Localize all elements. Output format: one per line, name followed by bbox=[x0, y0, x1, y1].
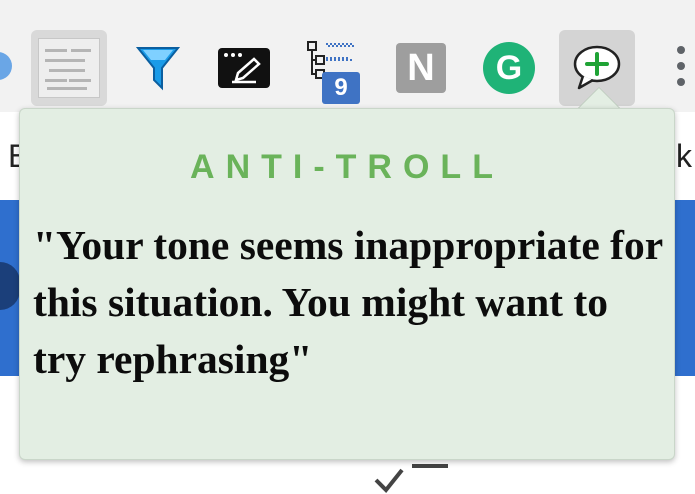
pencil-note-icon[interactable] bbox=[206, 30, 282, 106]
n-letter-icon[interactable]: N bbox=[383, 30, 459, 106]
background-text-right: k bbox=[676, 138, 692, 174]
screenshot-stage: 9 N G B k ANT bbox=[0, 0, 695, 494]
popup-title: ANTI-TROLL bbox=[190, 148, 504, 186]
filter-funnel-icon[interactable] bbox=[120, 30, 196, 106]
tree-structure-icon[interactable]: 9 bbox=[294, 30, 370, 106]
grammarly-g-label: G bbox=[483, 42, 535, 94]
tree-badge: 9 bbox=[322, 72, 360, 104]
n-letter-label: N bbox=[396, 43, 446, 93]
checklist-icon bbox=[372, 456, 452, 494]
partial-circle-icon[interactable] bbox=[0, 52, 12, 80]
popup-pointer-arrow bbox=[577, 88, 621, 110]
anti-troll-popup: ANTI-TROLL "Your tone seems inappropriat… bbox=[19, 108, 675, 460]
popup-message: "Your tone seems inappropriate for this … bbox=[33, 222, 663, 382]
screenshot-thumbnail-icon[interactable] bbox=[31, 30, 107, 106]
grammarly-g-icon[interactable]: G bbox=[471, 30, 547, 106]
more-vertical-icon[interactable] bbox=[674, 46, 688, 90]
